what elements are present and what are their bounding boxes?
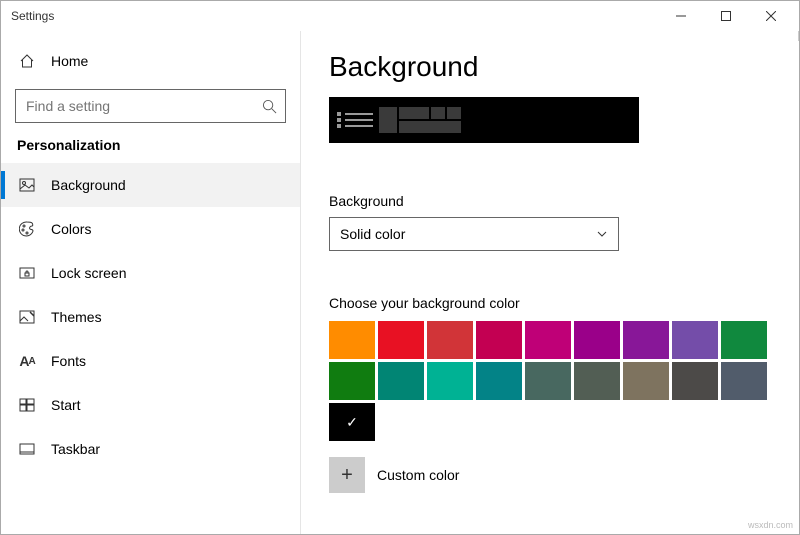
content-pane: Background Background Solid color Choose… xyxy=(301,31,799,534)
color-swatch[interactable] xyxy=(329,321,375,359)
swatch-label: Choose your background color xyxy=(329,295,771,311)
watermark: wsxdn.com xyxy=(748,520,793,530)
search-input[interactable] xyxy=(26,91,262,121)
color-swatch[interactable] xyxy=(721,321,767,359)
plus-icon: + xyxy=(341,464,353,487)
background-dropdown-value: Solid color xyxy=(340,226,405,242)
home-button[interactable]: Home xyxy=(1,39,300,83)
color-swatch[interactable] xyxy=(378,321,424,359)
color-swatch[interactable] xyxy=(476,362,522,400)
home-icon xyxy=(19,53,35,69)
color-swatch[interactable] xyxy=(329,403,375,441)
preview-menu-icon xyxy=(337,113,373,127)
close-button[interactable] xyxy=(748,1,793,31)
background-field-label: Background xyxy=(329,193,771,209)
search-box[interactable] xyxy=(15,89,286,123)
sidebar-item-label: Lock screen xyxy=(51,265,126,281)
color-swatch[interactable] xyxy=(623,321,669,359)
color-swatch[interactable] xyxy=(623,362,669,400)
scrollbar[interactable] xyxy=(798,31,799,41)
sidebar-item-label: Start xyxy=(51,397,81,413)
maximize-button[interactable] xyxy=(703,1,748,31)
color-swatch[interactable] xyxy=(574,321,620,359)
window-body: Home Personalization Background xyxy=(1,31,799,534)
minimize-button[interactable] xyxy=(658,1,703,31)
close-icon xyxy=(766,11,776,21)
sidebar-item-label: Themes xyxy=(51,309,102,325)
custom-color-row: + Custom color xyxy=(329,457,771,493)
color-swatch[interactable] xyxy=(476,321,522,359)
custom-color-button[interactable]: + xyxy=(329,457,365,493)
lockscreen-icon xyxy=(19,265,35,281)
picture-icon xyxy=(19,177,35,193)
sidebar-item-label: Fonts xyxy=(51,353,86,369)
color-swatch[interactable] xyxy=(672,362,718,400)
color-swatch[interactable] xyxy=(574,362,620,400)
settings-window: Settings Home Personaliz xyxy=(0,0,800,535)
themes-icon xyxy=(19,309,35,325)
sidebar-item-fonts[interactable]: AA Fonts xyxy=(1,339,300,383)
color-swatch[interactable] xyxy=(378,362,424,400)
color-swatch[interactable] xyxy=(525,362,571,400)
color-swatch[interactable] xyxy=(525,321,571,359)
home-label: Home xyxy=(51,53,88,69)
section-label: Personalization xyxy=(1,137,300,163)
color-swatch[interactable] xyxy=(427,362,473,400)
color-swatch-grid xyxy=(329,321,771,441)
preview-tiles xyxy=(379,107,461,133)
sidebar-item-taskbar[interactable]: Taskbar xyxy=(1,427,300,471)
sidebar-item-label: Background xyxy=(51,177,126,193)
window-title: Settings xyxy=(11,9,658,23)
maximize-icon xyxy=(721,11,731,21)
sidebar-item-lock-screen[interactable]: Lock screen xyxy=(1,251,300,295)
sidebar-item-label: Colors xyxy=(51,221,91,237)
color-swatch[interactable] xyxy=(329,362,375,400)
minimize-icon xyxy=(676,11,686,21)
sidebar-item-colors[interactable]: Colors xyxy=(1,207,300,251)
sidebar-item-label: Taskbar xyxy=(51,441,100,457)
titlebar: Settings xyxy=(1,1,799,31)
desktop-preview xyxy=(329,97,639,143)
sidebar: Home Personalization Background xyxy=(1,31,301,534)
background-dropdown[interactable]: Solid color xyxy=(329,217,619,251)
sidebar-item-start[interactable]: Start xyxy=(1,383,300,427)
fonts-icon: AA xyxy=(19,353,35,369)
start-icon xyxy=(19,397,35,413)
taskbar-icon xyxy=(19,441,35,457)
search-icon xyxy=(262,99,277,114)
chevron-down-icon xyxy=(596,228,608,240)
palette-icon xyxy=(19,221,35,237)
sidebar-item-background[interactable]: Background xyxy=(1,163,300,207)
color-swatch[interactable] xyxy=(721,362,767,400)
sidebar-item-themes[interactable]: Themes xyxy=(1,295,300,339)
nav-list: Background Colors Lock screen xyxy=(1,163,300,471)
color-swatch[interactable] xyxy=(427,321,473,359)
color-swatch[interactable] xyxy=(672,321,718,359)
custom-color-label: Custom color xyxy=(377,467,459,483)
page-title: Background xyxy=(329,51,771,83)
